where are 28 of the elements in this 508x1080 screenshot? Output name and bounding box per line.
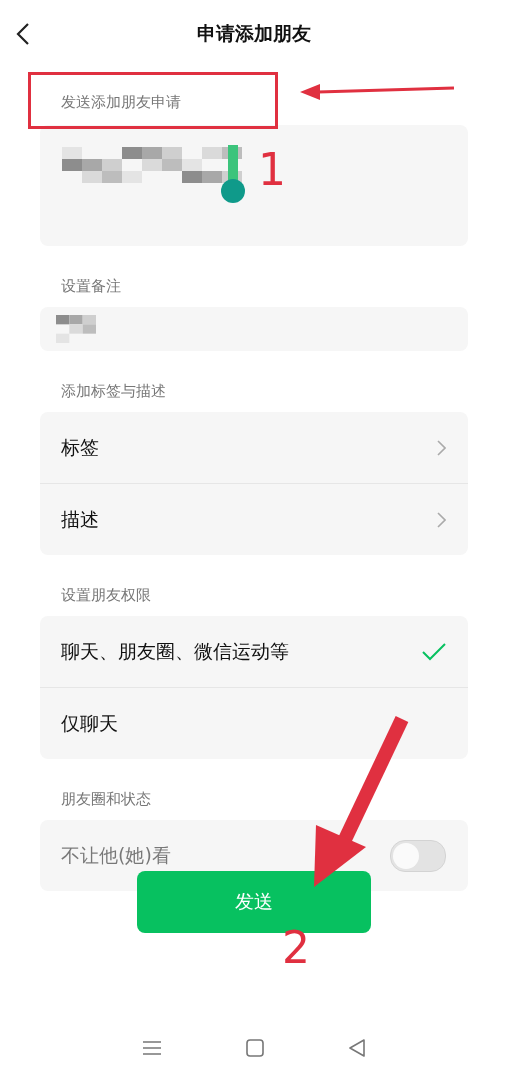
row-label: 描述 [61, 506, 99, 532]
section-label: 设置朋友权限 [61, 585, 151, 605]
back-triangle-icon[interactable] [348, 1039, 366, 1057]
chevron-right-icon [437, 439, 446, 456]
section-label: 添加标签与描述 [61, 381, 166, 401]
text-cursor-handle-icon [220, 145, 246, 205]
square-icon[interactable] [246, 1039, 264, 1057]
back-icon[interactable] [16, 22, 30, 46]
toggle-label: 不让他(她)看 [61, 842, 171, 868]
option-row[interactable]: 聊天、朋友圈、微信运动等 [40, 616, 468, 687]
menu-icon[interactable] [142, 1040, 162, 1056]
menu-row[interactable]: 标签 [40, 412, 468, 483]
checkmark-icon [422, 642, 446, 661]
toggle-switch[interactable] [390, 839, 446, 872]
menu-row[interactable]: 描述 [40, 483, 468, 555]
redacted-text-drawing [56, 315, 96, 343]
section-label: 设置备注 [61, 276, 121, 296]
annotation-number: 1 [258, 148, 286, 192]
message-field[interactable] [40, 125, 468, 246]
section-label: 朋友圈和状态 [61, 789, 151, 809]
section-label: 发送添加朋友申请 [61, 92, 181, 112]
row-label: 标签 [61, 434, 99, 460]
option-row[interactable]: 仅聊天 [40, 687, 468, 759]
remark-field[interactable] [40, 307, 468, 351]
chevron-right-icon [437, 511, 446, 528]
page-title: 申请添加朋友 [197, 21, 311, 46]
option-label: 仅聊天 [61, 710, 118, 736]
option-label: 聊天、朋友圈、微信运动等 [61, 638, 289, 664]
